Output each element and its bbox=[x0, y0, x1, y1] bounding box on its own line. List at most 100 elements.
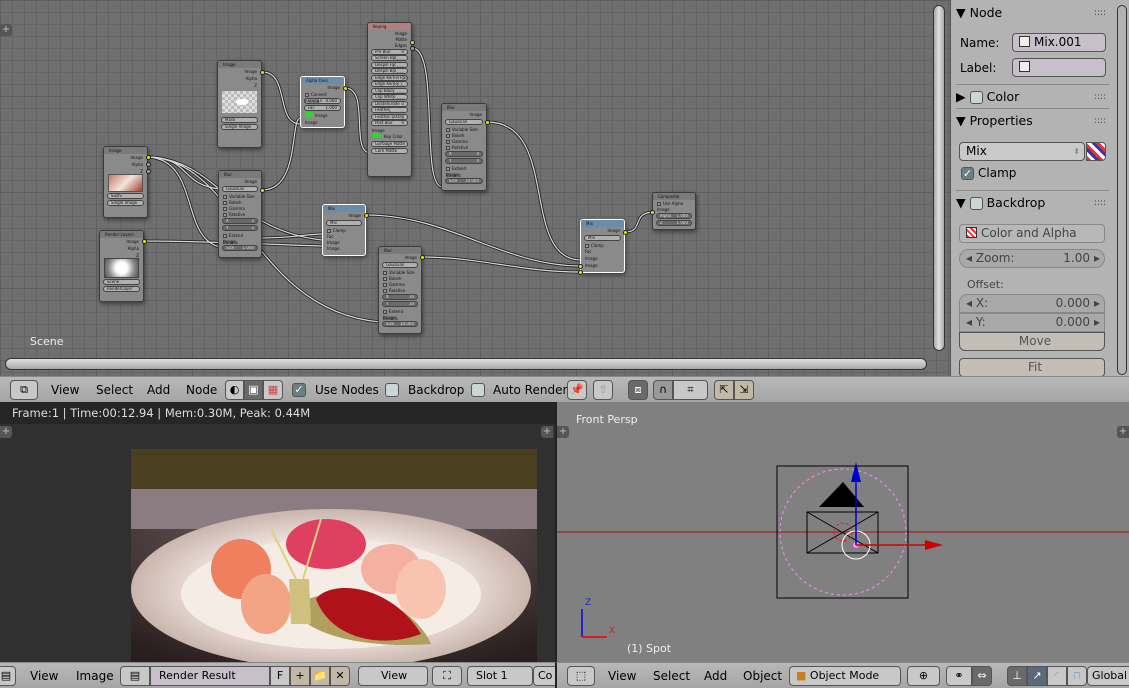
menu-select[interactable]: Select bbox=[653, 668, 690, 684]
size-field[interactable]: Size 1.000 bbox=[222, 245, 258, 251]
image-selector[interactable]: Mask bbox=[221, 117, 258, 123]
image-node-sushi[interactable]: Image Image Alpha Z Sushi Single Image bbox=[103, 146, 148, 218]
option-row[interactable]: Relative bbox=[442, 144, 486, 150]
convert-premul-checkbox[interactable]: Convert Premul bbox=[301, 91, 344, 104]
filter-type-select[interactable]: Gaussian bbox=[382, 262, 418, 268]
slot-dropdown[interactable]: Slot 1 bbox=[467, 666, 533, 686]
viewport-shading-dropdown[interactable]: ⊕ bbox=[907, 666, 940, 686]
socket-input[interactable] bbox=[650, 210, 655, 215]
blend-mode-select[interactable]: Mix bbox=[326, 220, 362, 226]
scale-manipulator-icon[interactable]: ⊓ bbox=[1067, 666, 1087, 686]
layer-selector[interactable]: RenderLayer bbox=[103, 286, 140, 292]
blur-node-3[interactable]: Blur Image Gaussian Variable Size Bokeh … bbox=[378, 246, 422, 334]
image-selector[interactable]: Sushi bbox=[107, 193, 144, 199]
size-field[interactable]: Size 10.000 bbox=[445, 178, 483, 184]
pivot-point-dropdown[interactable]: ⚭ bbox=[946, 666, 972, 686]
socket-output[interactable] bbox=[260, 188, 265, 193]
keying-field[interactable]: Edge Kernel Radi3 bbox=[371, 74, 408, 81]
unlink-image-icon[interactable]: ✕ bbox=[330, 666, 350, 686]
keying-field[interactable]: Clip White1.000 bbox=[371, 94, 408, 100]
socket-output[interactable] bbox=[146, 162, 151, 167]
shader-nodes-icon[interactable]: ◐ bbox=[225, 380, 244, 400]
properties-panel-header[interactable]: ▼ Properties:::: bbox=[956, 110, 1106, 132]
node-panel-header[interactable]: ▼ Node:::: bbox=[956, 2, 1106, 24]
keying-field[interactable]: Edge Kernel T0.100 bbox=[371, 81, 408, 87]
open-image-icon[interactable]: 📁 bbox=[310, 666, 330, 686]
use-nodes-checkbox[interactable]: ✓ bbox=[292, 383, 306, 397]
keying-field[interactable]: Dilate/Erode 0 bbox=[371, 100, 408, 107]
3d-viewport[interactable]: Front Persp + + Z X (1) Spot bbox=[555, 402, 1129, 662]
keying-field[interactable]: FeatherSmooth bbox=[371, 107, 408, 113]
socket-output[interactable] bbox=[142, 239, 147, 244]
socket-output[interactable] bbox=[146, 155, 151, 160]
keying-field[interactable]: Clip Black0.000 bbox=[371, 87, 408, 94]
backdrop-zoom-field[interactable]: ◂ Zoom: 1.00 ▸ bbox=[959, 249, 1105, 268]
x-field[interactable]: X 10 bbox=[382, 294, 418, 300]
alpha-field[interactable]: Alpha 1.000 bbox=[656, 213, 692, 219]
editor-type-icon[interactable]: ⬚ bbox=[567, 666, 595, 686]
menu-view[interactable]: View bbox=[30, 668, 58, 684]
image-properties-toggle-icon[interactable]: + bbox=[541, 426, 553, 438]
backdrop-toggle-checkbox[interactable] bbox=[969, 197, 983, 210]
size-field[interactable]: Size 10.000 bbox=[382, 321, 418, 327]
menu-select[interactable]: Select bbox=[96, 382, 133, 398]
keying-field[interactable]: Despill Fac1.000 bbox=[371, 61, 408, 68]
backdrop-toggle-icon[interactable]: ⧈ bbox=[628, 380, 648, 400]
socket-output[interactable] bbox=[485, 120, 490, 125]
y-field[interactable]: Y 10 bbox=[382, 301, 418, 307]
render-layers-node[interactable]: Render Layers Image Alpha Z Scene Render… bbox=[99, 230, 144, 302]
copy-nodes-icon[interactable]: ⇱ bbox=[714, 380, 734, 400]
node-editor-canvas[interactable]: + Image Image Alpha Z Sushi Single Image… bbox=[0, 0, 950, 376]
new-image-icon[interactable]: + bbox=[290, 666, 310, 686]
menu-add[interactable]: Add bbox=[704, 668, 727, 684]
source-selector[interactable]: Single Image bbox=[107, 200, 144, 206]
pin-icon[interactable]: 📌 bbox=[567, 380, 587, 400]
move-button[interactable]: Move bbox=[959, 332, 1105, 351]
color-panel-header[interactable]: ▶ Color:::: bbox=[956, 86, 1106, 108]
color-toggle-checkbox[interactable] bbox=[969, 91, 983, 104]
only-origins-icon[interactable]: ⇔ bbox=[972, 666, 992, 686]
image-node-mask[interactable]: Image Image Alpha Z Mask Single Image bbox=[217, 60, 262, 148]
image-toolshelf-toggle-icon[interactable]: + bbox=[0, 426, 12, 438]
menu-object[interactable]: Object bbox=[743, 668, 782, 684]
manipulator-toggle-icon[interactable]: ⊥ bbox=[1007, 666, 1027, 686]
editor-type-icon[interactable]: ▤ bbox=[0, 666, 16, 686]
rotate-manipulator-icon[interactable]: ◜ bbox=[1047, 666, 1067, 686]
backdrop-checkbox[interactable] bbox=[385, 383, 399, 397]
socket-output[interactable] bbox=[410, 40, 415, 45]
keying-field[interactable]: Screen Bal0.500 bbox=[371, 55, 408, 61]
core-matte-field[interactable]: Core Matte bbox=[371, 147, 408, 154]
socket-output[interactable] bbox=[260, 70, 265, 75]
blend-mode-select[interactable]: Mix bbox=[584, 235, 621, 241]
editor-type-icon[interactable]: ⧉ bbox=[10, 380, 38, 400]
menu-view[interactable]: View bbox=[51, 382, 79, 398]
translate-manipulator-icon[interactable]: ↗ bbox=[1027, 666, 1047, 686]
fit-button[interactable]: Fit bbox=[959, 358, 1105, 376]
x-field[interactable]: X 2 bbox=[222, 218, 258, 224]
x-field[interactable]: X 4 bbox=[445, 151, 483, 157]
menu-view[interactable]: View bbox=[608, 668, 636, 684]
auto-render-checkbox[interactable] bbox=[471, 383, 485, 397]
properties-scrollbar[interactable] bbox=[1117, 5, 1127, 375]
garbage-matte-field[interactable]: Garbage Matte bbox=[371, 140, 408, 147]
node-label-input[interactable] bbox=[1012, 58, 1106, 77]
keying-field[interactable]: Pre Blur 0 bbox=[371, 48, 408, 55]
view-mode-dropdown[interactable]: View bbox=[358, 666, 428, 686]
mix-node-2-active[interactable]: Mix Image Mix Clamp Fac Image Image bbox=[580, 219, 625, 273]
horizontal-scrollbar[interactable] bbox=[5, 358, 927, 370]
option-row[interactable]: Relative bbox=[379, 287, 421, 293]
socket-input[interactable] bbox=[578, 264, 583, 269]
offset-y-field[interactable]: ◂ Y: 0.000 ▸ bbox=[959, 313, 1105, 332]
keying-field[interactable]: Post Blur 0 bbox=[371, 120, 408, 126]
mode-dropdown[interactable]: ■ Object Mode bbox=[789, 666, 901, 686]
source-selector[interactable]: Single Image bbox=[221, 124, 258, 130]
clamp-checkbox[interactable]: ✓ Clamp bbox=[961, 166, 1016, 180]
y-field[interactable]: Y 4 bbox=[445, 158, 483, 164]
menu-image[interactable]: Image bbox=[76, 668, 114, 684]
alpha-over-node[interactable]: Alpha Over Image Convert Premul Premul 0.… bbox=[300, 76, 345, 128]
z-field[interactable]: Z 1.000 bbox=[656, 220, 692, 226]
backdrop-panel-header[interactable]: ▼ Backdrop:::: bbox=[956, 192, 1106, 214]
menu-node[interactable]: Node bbox=[186, 382, 217, 398]
socket-output[interactable] bbox=[420, 255, 425, 260]
use-alpha-icon[interactable] bbox=[1086, 142, 1106, 161]
